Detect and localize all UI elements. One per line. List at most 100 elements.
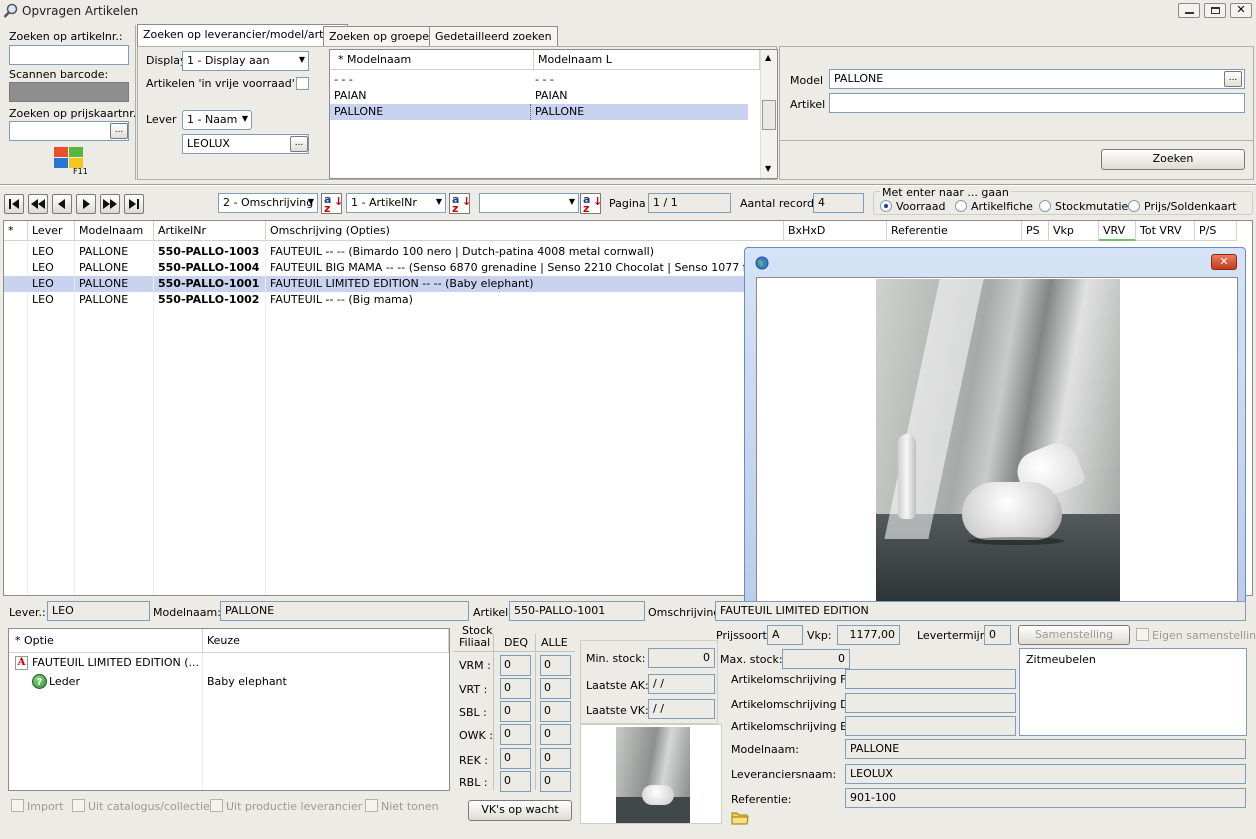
tab-groepen[interactable]: Zoeken op groepen [323,26,442,47]
stock-rbl-deq: 0 [500,771,531,792]
folder-icon[interactable] [731,810,749,825]
stockmutatie-label: Stockmutatie [1055,200,1129,213]
options-header-keuze[interactable]: Keuze [203,629,449,653]
col-ps[interactable]: PS [1022,221,1049,241]
sort-direction-icon-2[interactable]: a z ↓ [449,193,471,214]
stock-panel: Stock Filiaal DEQ ALLE VRM : 0 0 VRT : 0… [453,624,576,792]
minimize-button[interactable] [1178,3,1200,18]
stock-vrm-deq: 0 [500,655,531,676]
first-page-button[interactable] [4,194,24,214]
model-list-header-1[interactable]: * Modelnaam [330,50,534,70]
image-preview-window[interactable]: ✕ [744,247,1246,617]
barcode-label: Scannen barcode: [9,68,109,81]
sort-direction-icon-3[interactable]: a z ↓ [580,193,602,214]
prev-button[interactable] [52,194,72,214]
option-row[interactable]: A FAUTEUIL LIMITED EDITION (... [9,655,449,673]
vrije-voorraad-label: Artikelen 'in vrije voorraad' [146,77,295,90]
eigen-samenstelling-checkbox[interactable] [1136,628,1149,641]
divider [0,184,1256,186]
catalogus-checkbox[interactable] [72,799,85,812]
laatste-vk-label: Laatste VK: [586,704,649,717]
next-block-button[interactable] [100,194,120,214]
photo-chair-seat [962,482,1062,540]
model-list-row-selected[interactable]: PALLONE PALLONE [330,104,748,120]
stock-vrm-alle: 0 [540,655,571,676]
sort-select-2[interactable]: 1 - ArtikelNr [346,193,446,213]
samenstelling-button[interactable]: Samenstelling [1018,625,1130,645]
options-header-optie[interactable]: * Optie [9,629,203,653]
vks-op-wacht-button[interactable]: VK's op wacht [468,800,572,821]
col-omschrijving[interactable]: Omschrijving (Opties) [266,221,784,241]
close-button[interactable]: ✕ [1230,3,1252,18]
prijs-label: Zoeken op prijskaartnr.: [9,107,140,120]
model-list-header-2[interactable]: Modelnaam L [534,50,760,70]
help-icon: ? [32,674,47,689]
vkp-field: 1177,00 [837,625,900,645]
tab-gedetailleerd[interactable]: Gedetailleerd zoeken [429,26,558,47]
table-row[interactable]: LEO PALLONE 550-PALLO-1004 FAUTEUIL BIG MAM… [4,260,748,276]
category-memo[interactable]: Zitmeubelen [1019,648,1247,736]
col-modelnaam[interactable]: Modelnaam [75,221,154,241]
preview-close-button[interactable]: ✕ [1211,254,1237,270]
leveranciersnaam-field: LEOLUX [845,764,1246,784]
left-search-panel: Zoeken op artikelnr.: Scannen barcode: Z… [4,25,140,180]
col-vkp[interactable]: Vkp [1049,221,1099,241]
model-list-scrollbar[interactable]: ▲ ▼ [760,50,777,178]
next-button[interactable] [76,194,96,214]
prev-block-button[interactable] [28,194,48,214]
col-lever[interactable]: Lever [28,221,75,241]
stock-rbl-alle: 0 [540,771,571,792]
stock-rek-label: REK : [459,754,489,767]
artikelfiche-radio[interactable] [955,200,967,212]
col-vrv[interactable]: VRV [1099,221,1136,241]
voorraad-radio[interactable] [880,200,892,212]
productie-checkbox[interactable] [210,799,223,812]
col-referentie[interactable]: Referentie [887,221,1022,241]
product-thumbnail[interactable] [580,724,722,824]
option-row[interactable]: ? Leder Baby elephant [9,674,449,692]
sort-direction-icon-1[interactable]: a z ↓ [321,193,343,214]
enter-groupbox-title: Met enter naar ... gaan [880,186,1011,199]
min-stock-field: 0 [648,648,715,668]
stock-rbl-label: RBL : [459,776,488,789]
scroll-thumb[interactable] [762,100,776,130]
col-marker[interactable]: * [4,221,28,241]
windows-f11-icon[interactable]: F11 [52,145,88,177]
prijs-soldenkaart-radio[interactable] [1128,200,1140,212]
lever-ellipsis-button[interactable]: ... [290,136,308,152]
sort-select-1[interactable]: 2 - Omschrijving [218,193,318,213]
scroll-up-arrow[interactable]: ▲ [765,53,771,62]
model-ellipsis-button[interactable]: ... [1224,71,1242,87]
sort-select-3[interactable] [479,193,579,213]
model-list-row[interactable]: PAIAN PAIAN [330,88,748,104]
model-list-row[interactable]: - - -- - - [330,72,748,88]
scroll-down-arrow[interactable]: ▼ [765,164,771,173]
col-bxhxd[interactable]: BxHxD [784,221,887,241]
display-select[interactable]: 1 - Display aan [182,51,309,71]
stock-divider [493,634,494,790]
vrije-voorraad-checkbox[interactable] [296,77,309,90]
artnr-label: Zoeken op artikelnr.: [9,30,123,43]
divider [780,140,1253,141]
artikel-input[interactable] [829,93,1245,113]
maximize-button[interactable] [1204,3,1226,18]
barcode-input[interactable] [9,82,129,102]
last-page-button[interactable] [124,194,144,214]
import-checkbox[interactable] [11,799,24,812]
col-tot-vrv[interactable]: Tot VRV [1136,221,1195,241]
col-artikelnr[interactable]: ArtikelNr [154,221,266,241]
voorraad-label: Voorraad [896,200,946,213]
detail-omschrijving-label: Omschrijving: [648,606,724,619]
table-row[interactable]: LEO PALLONE 550-PALLO-1002 FAUTEUIL -- -- (… [4,292,748,308]
lever-select[interactable]: 1 - Naam [182,110,252,130]
zoeken-button[interactable]: Zoeken [1101,149,1245,170]
niet-tonen-checkbox[interactable] [365,799,378,812]
stockmutatie-radio[interactable] [1039,200,1051,212]
prijs-ellipsis-button[interactable]: ... [110,123,128,139]
table-row[interactable]: LEO PALLONE 550-PALLO-1003 FAUTEUIL -- -- (… [4,244,748,260]
col-ps2[interactable]: P/S [1195,221,1237,241]
tab-leverancier-model-artikel[interactable]: Zoeken op leverancier/model/artikel [137,24,349,47]
artnr-input[interactable] [9,45,129,65]
model-input[interactable]: PALLONE [829,69,1245,89]
table-row-selected[interactable]: LEO PALLONE 550-PALLO-1001 FAUTEUIL LIMITED… [4,276,748,292]
